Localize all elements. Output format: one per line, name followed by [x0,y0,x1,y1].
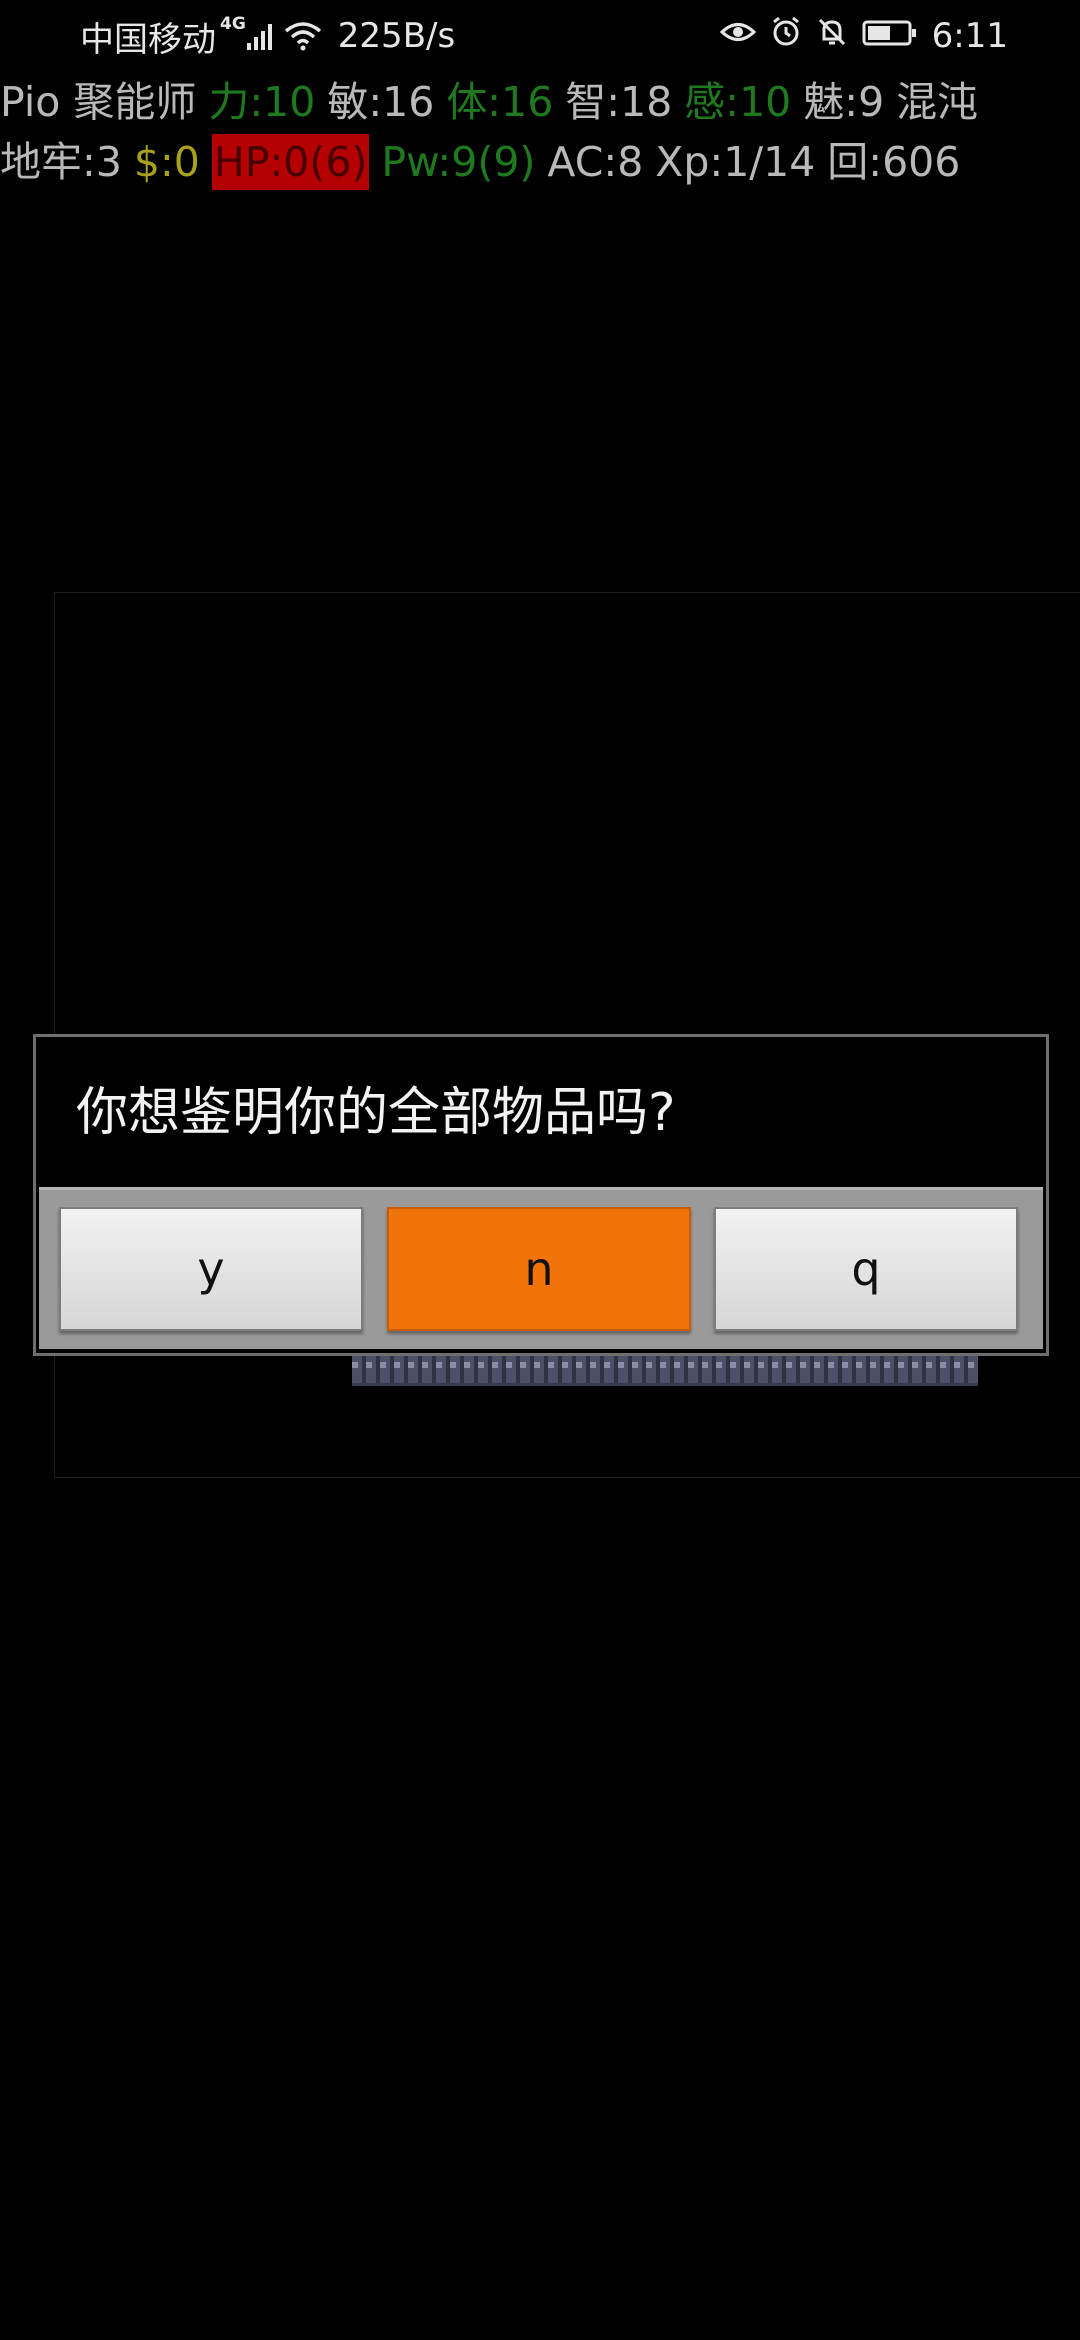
stat-segment: 智:18 [565,78,673,126]
alarm-icon [770,16,802,57]
dialog-button-bar: y n q [39,1187,1043,1349]
wifi-icon [284,21,322,51]
dungeon-floor-pattern [352,1362,978,1368]
no-button[interactable]: n [387,1207,691,1331]
status-bar-right: 6:11 [719,14,1008,58]
stat-segment: Xp:1/14 [655,138,816,186]
stat-segment: Pio 聚能师 [0,78,197,126]
stat-segment: 体:16 [446,78,554,126]
dungeon-floor-edge [352,1352,978,1386]
status-bar-left: 中国移动 4G 225B/s [80,14,456,60]
stat-segment: 混沌 [896,78,979,126]
stat-segment: 魅:9 [803,78,885,126]
stat-segment: $:0 [133,138,200,186]
stat-segment: Pw:9(9) [381,138,536,186]
stat-segment: 回:606 [827,138,961,186]
stat-segment: 敏:16 [327,78,435,126]
net-speed: 225B/s [337,16,456,56]
stat-segment: HP:0(6) [211,134,370,190]
battery-icon [862,16,918,56]
stat-segment: 地牢:3 [0,138,122,186]
carrier-name: 中国移动 [80,19,216,60]
network-type: 4G [220,14,246,34]
player-attributes-line: Pio 聚能师 力:10 敏:16 体:16 智:18 感:10 魅:9 混沌 [0,74,978,130]
eye-icon [719,16,756,56]
dialog-question: 你想鉴明你的全部物品吗? [76,1083,676,1143]
confirm-dialog: 你想鉴明你的全部物品吗? y n q [33,1034,1049,1356]
yes-button[interactable]: y [59,1207,363,1331]
bell-off-icon [816,16,848,57]
clock-time: 6:11 [931,16,1008,56]
stat-segment: 力:10 [208,78,316,126]
quit-button[interactable]: q [714,1207,1018,1331]
status-bar: 中国移动 4G 225B/s 6:11 [0,0,1080,72]
player-status-line: 地牢:3 $:0 HP:0(6) Pw:9(9) AC:8 Xp:1/14 回:606 [0,134,960,190]
signal-icon [246,21,276,51]
stat-segment: AC:8 [547,138,644,186]
stat-segment: 感:10 [684,78,792,126]
